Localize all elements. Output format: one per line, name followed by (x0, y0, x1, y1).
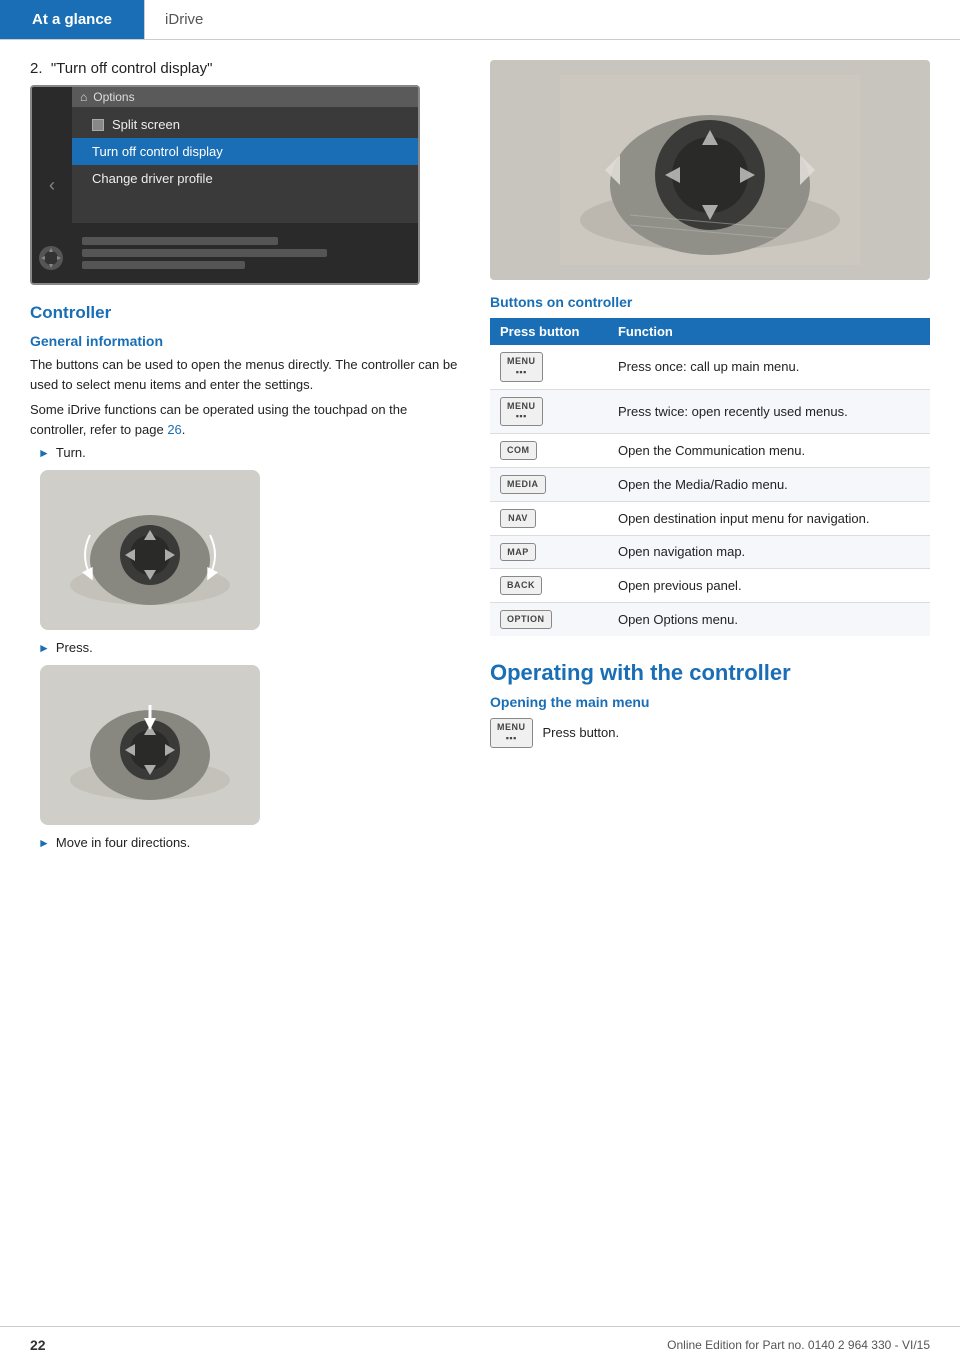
screen-bottom-area (72, 223, 418, 283)
menu-item-change-profile: Change driver profile (72, 165, 418, 192)
controller-icon-overlay (32, 233, 70, 283)
table-row: COM Open the Communication menu. (490, 434, 930, 468)
bullet-arrow-icon-3: ► (38, 836, 50, 850)
button-badge: OPTION (500, 610, 552, 629)
screen-mockup: ‹ ⌂ Options Split screen Turn off contro… (30, 85, 420, 285)
table-row: OPTION Open Options menu. (490, 603, 930, 636)
table-row: MEDIA Open the Media/Radio menu. (490, 467, 930, 501)
bullet-arrow-icon-1: ► (38, 446, 50, 460)
table-cell-function: Open navigation map. (608, 535, 930, 569)
left-column: 2. "Turn off control display" ‹ ⌂ Option… (30, 60, 460, 856)
general-info-title: General information (30, 333, 460, 349)
tab-idrive[interactable]: iDrive (144, 0, 960, 39)
button-badge: BACK (500, 576, 542, 595)
tab-at-a-glance[interactable]: At a glance (0, 0, 144, 39)
bullet-turn: ► Turn. (38, 445, 460, 460)
table-row: NAV Open destination input menu for navig… (490, 501, 930, 535)
screen-bar-3 (82, 261, 245, 269)
table-row: MENU▪▪▪ Press once: call up main menu. (490, 345, 930, 389)
page-link-26[interactable]: 26 (167, 422, 181, 437)
controller-image-press (40, 665, 260, 825)
sidebar-arrow-icon: ‹ (49, 175, 55, 196)
menu-item-turn-off: Turn off control display (72, 138, 418, 165)
table-cell-function: Open the Communication menu. (608, 434, 930, 468)
bullet-arrow-icon-2: ► (38, 641, 50, 655)
col-header-press-button: Press button (490, 318, 608, 345)
buttons-table-title: Buttons on controller (490, 294, 930, 310)
controller-image-turn (40, 470, 260, 630)
buttons-table: Press button Function MENU▪▪▪ Press once:… (490, 318, 930, 636)
top-controller-image (490, 60, 930, 280)
screen-bar-2 (82, 249, 327, 257)
button-badge: MENU▪▪▪ (500, 397, 543, 427)
opening-menu-row: MENU▪▪▪ Press button. (490, 718, 930, 748)
table-cell-function: Open previous panel. (608, 569, 930, 603)
table-row: MAP Open navigation map. (490, 535, 930, 569)
controller-section-title: Controller (30, 303, 460, 323)
table-cell-button: MENU▪▪▪ (490, 389, 608, 434)
menu-items-list: Split screen Turn off control display Ch… (72, 107, 418, 196)
button-badge: MEDIA (500, 475, 546, 494)
table-cell-button: COM (490, 434, 608, 468)
controller-svg-turn (60, 485, 240, 615)
screen-bar-1 (82, 237, 278, 245)
col-header-function: Function (608, 318, 930, 345)
general-info-p2: Some iDrive functions can be operated us… (30, 400, 460, 439)
main-content: 2. "Turn off control display" ‹ ⌂ Option… (0, 40, 960, 876)
screen-main-area: ⌂ Options Split screen Turn off control … (72, 87, 418, 196)
footer-text: Online Edition for Part no. 0140 2 964 3… (667, 1338, 930, 1352)
split-screen-checkbox (92, 119, 104, 131)
table-cell-function: Press twice: open recently used menus. (608, 389, 930, 434)
button-badge: NAV (500, 509, 536, 528)
options-menu-bar: ⌂ Options (72, 87, 418, 107)
table-cell-button: BACK (490, 569, 608, 603)
menu-button-badge-opening: MENU▪▪▪ (490, 718, 533, 748)
page-footer: 22 Online Edition for Part no. 0140 2 96… (0, 1326, 960, 1362)
page-header: At a glance iDrive (0, 0, 960, 40)
right-column: Buttons on controller Press button Funct… (490, 60, 930, 856)
table-cell-function: Open Options menu. (608, 603, 930, 636)
top-controller-svg (560, 75, 860, 265)
bullet-move: ► Move in four directions. (38, 835, 460, 850)
home-icon: ⌂ (80, 90, 87, 104)
opening-menu-title: Opening the main menu (490, 694, 930, 710)
table-row: BACK Open previous panel. (490, 569, 930, 603)
step-2-label: 2. "Turn off control display" (30, 60, 460, 77)
table-cell-button: OPTION (490, 603, 608, 636)
button-badge: MAP (500, 543, 536, 562)
menu-item-split-screen: Split screen (72, 111, 418, 138)
table-cell-button: MAP (490, 535, 608, 569)
table-cell-function: Open the Media/Radio menu. (608, 467, 930, 501)
general-info-p1: The buttons can be used to open the menu… (30, 355, 460, 394)
button-badge: COM (500, 441, 537, 460)
table-cell-function: Press once: call up main menu. (608, 345, 930, 389)
table-row: MENU▪▪▪ Press twice: open recently used m… (490, 389, 930, 434)
table-cell-button: NAV (490, 501, 608, 535)
table-cell-function: Open destination input menu for navigati… (608, 501, 930, 535)
page-number: 22 (30, 1337, 46, 1353)
button-badge: MENU▪▪▪ (500, 352, 543, 382)
controller-small-icon (37, 244, 65, 272)
controller-svg-press (60, 680, 240, 810)
table-cell-button: MENU▪▪▪ (490, 345, 608, 389)
bullet-press: ► Press. (38, 640, 460, 655)
table-cell-button: MEDIA (490, 467, 608, 501)
operating-section-title: Operating with the controller (490, 660, 930, 686)
